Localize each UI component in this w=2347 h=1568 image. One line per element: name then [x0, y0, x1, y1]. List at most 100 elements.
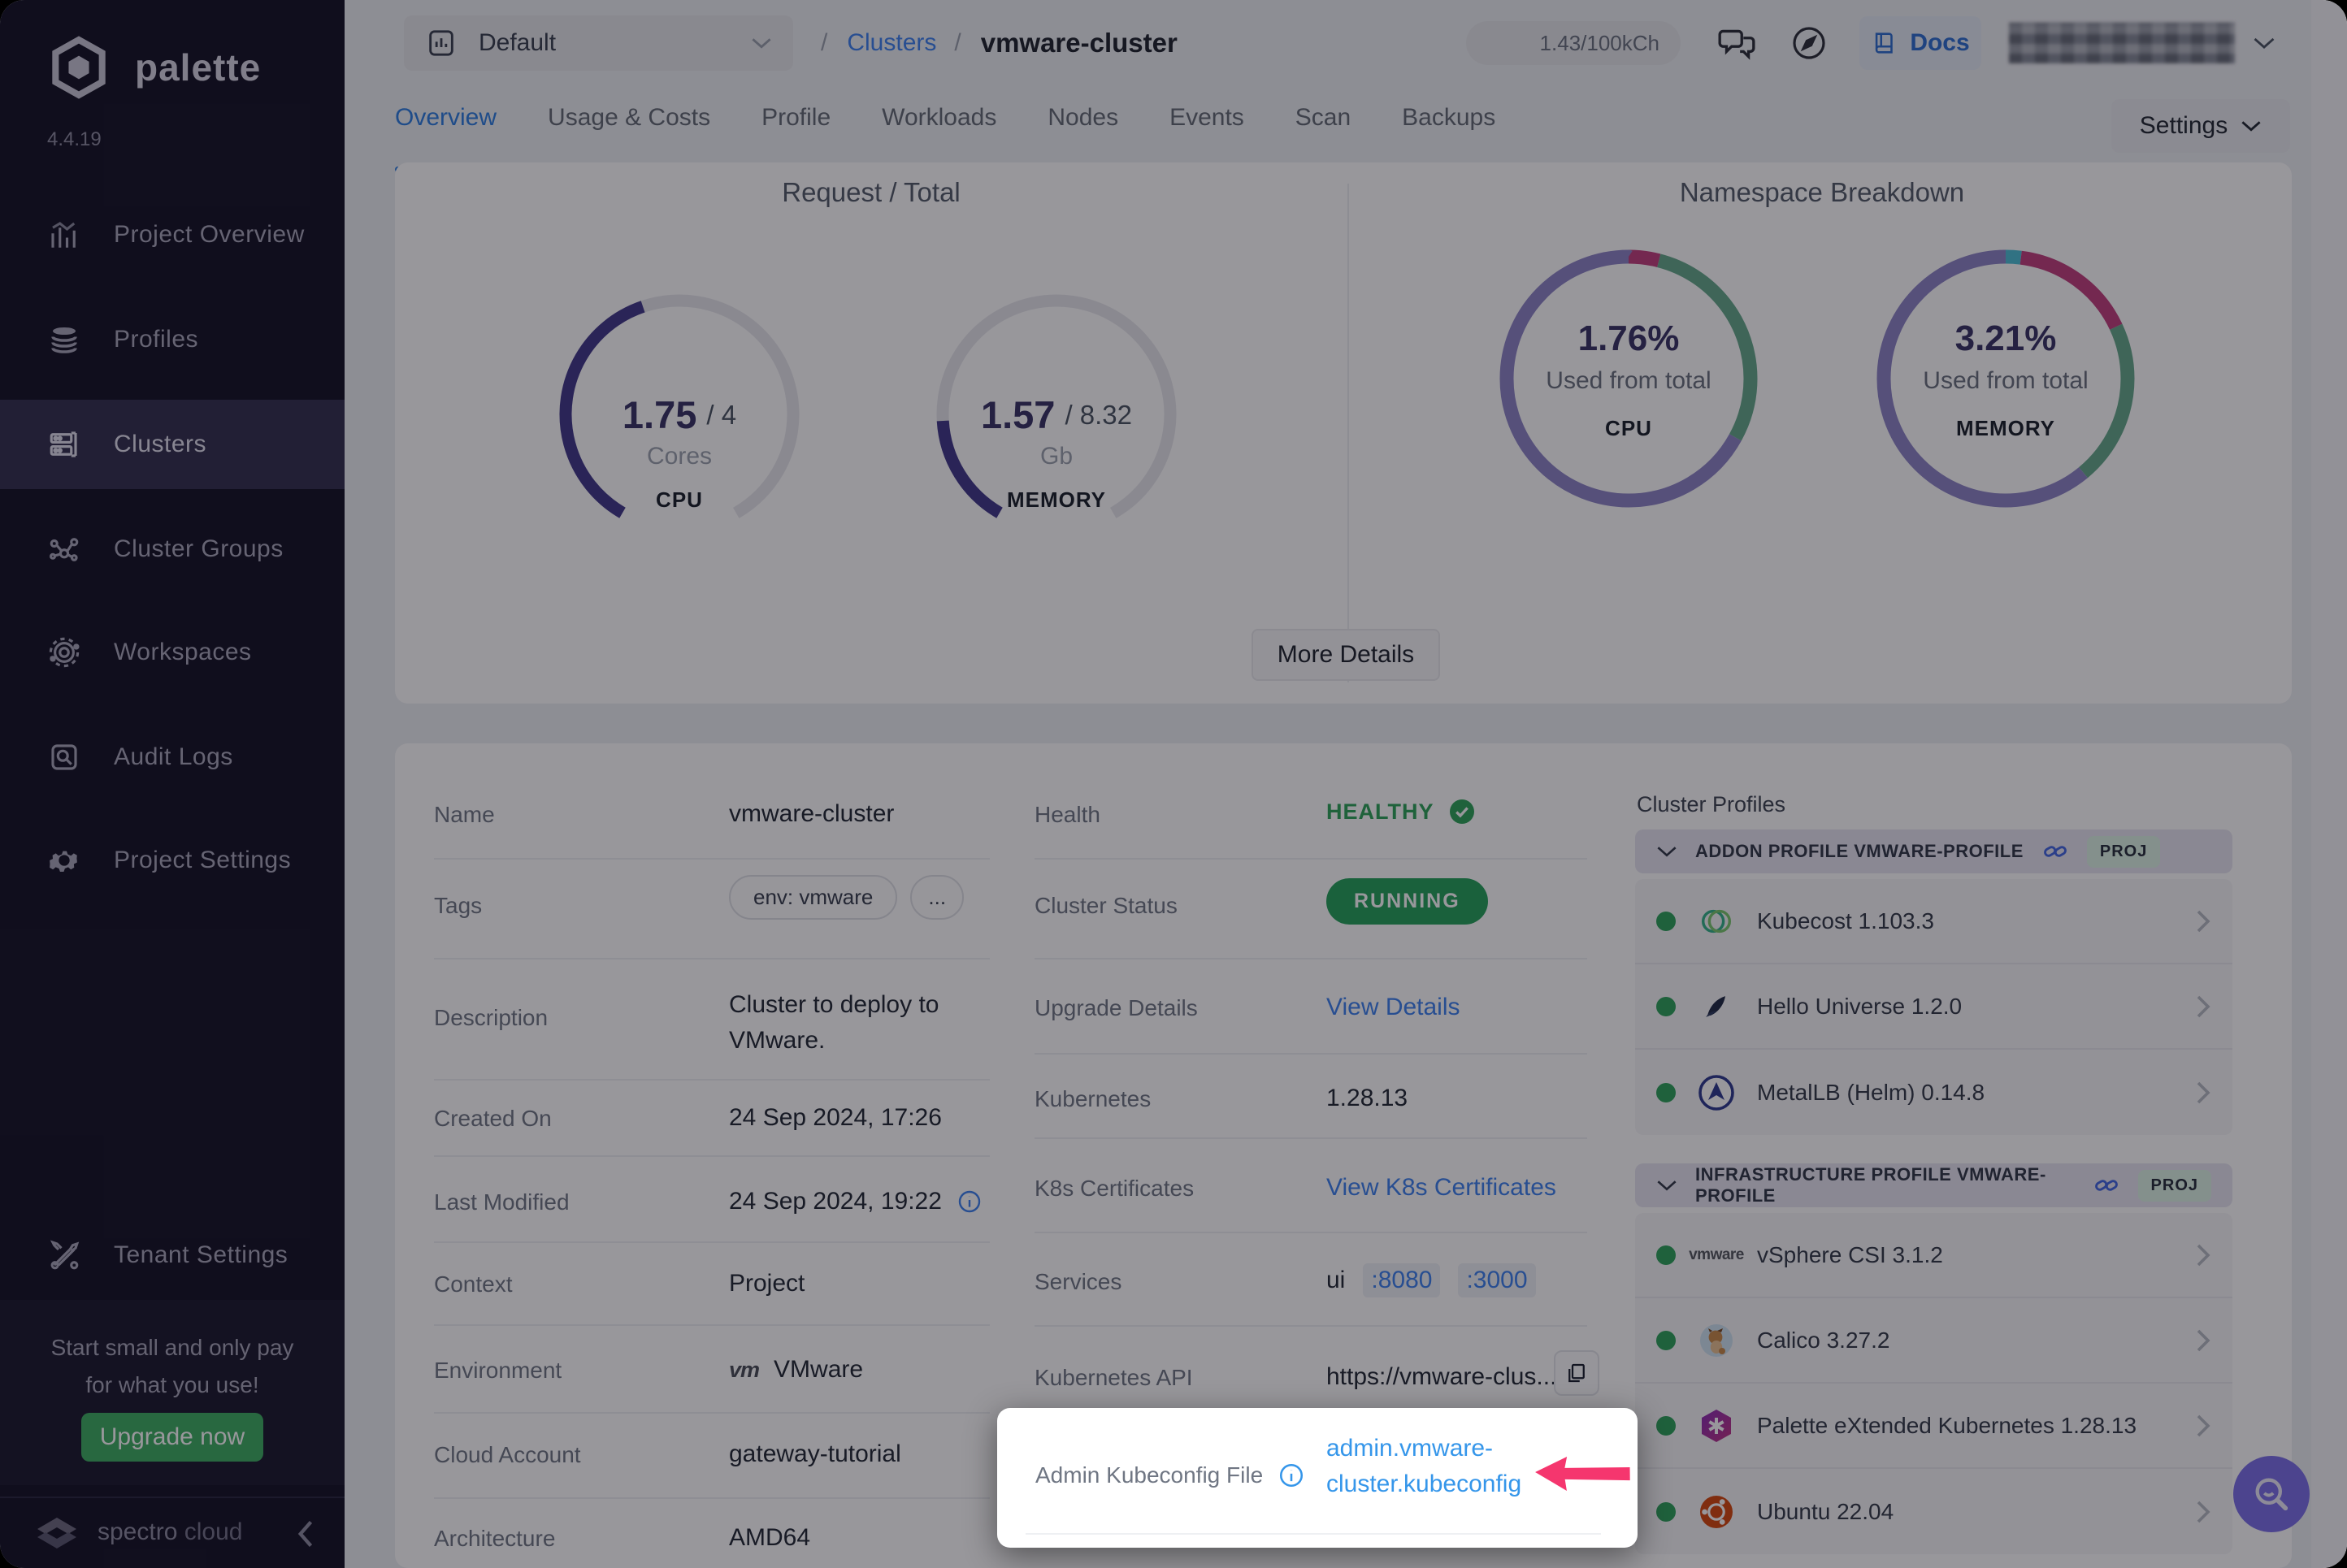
chevron-down-icon	[751, 36, 772, 50]
credits-usage-value: 1.43/100kCh	[1540, 31, 1659, 56]
more-details-button[interactable]: More Details	[1252, 629, 1440, 681]
sidebar-item-project-settings[interactable]: Project Settings	[0, 816, 345, 905]
tab-workloads[interactable]: Workloads	[882, 104, 996, 138]
request-total-title: Request / Total	[546, 177, 1196, 208]
service-port-8080-link[interactable]: :8080	[1363, 1263, 1440, 1297]
sidebar-item-profiles[interactable]: Profiles	[0, 295, 345, 384]
credits-usage-pill: 1.43/100kCh	[1466, 21, 1681, 65]
profile-layer-metallb[interactable]: MetalLB (Helm) 0.14.8	[1635, 1050, 2232, 1135]
row-divider	[434, 1155, 990, 1157]
profile-layer-ubuntu[interactable]: Ubuntu 22.04	[1635, 1469, 2232, 1554]
upgrade-now-button[interactable]: Upgrade now	[81, 1413, 263, 1462]
user-menu-chevron-icon[interactable]	[2253, 35, 2275, 51]
detail-label: Description	[434, 1005, 548, 1031]
namespace-cpu-caption: Used from total	[1490, 367, 1767, 395]
profile-layer-vsphere-csi[interactable]: vmware vSphere CSI 3.1.2	[1635, 1213, 2232, 1298]
addon-profile-items: Kubecost 1.103.3 Hello Universe 1.2.0	[1635, 879, 2232, 1135]
detail-label: Cluster Status	[1035, 893, 1178, 919]
view-details-link[interactable]: View Details	[1326, 994, 1460, 1021]
detail-label: Cloud Account	[434, 1442, 581, 1468]
sidebar-item-label: Audit Logs	[114, 743, 233, 771]
doc-search-icon	[47, 740, 81, 774]
sidebar-item-clusters[interactable]: Clusters	[0, 400, 345, 489]
tab-scan[interactable]: Scan	[1295, 104, 1351, 138]
footer-brand-secondary: cloud	[184, 1518, 243, 1545]
tab-nodes[interactable]: Nodes	[1048, 104, 1118, 138]
kubernetes-version-value: 1.28.13	[1326, 1085, 1408, 1112]
settings-button[interactable]: Settings	[2111, 99, 2290, 153]
settings-button-label: Settings	[2140, 112, 2228, 140]
view-k8s-certificates-link[interactable]: View K8s Certificates	[1326, 1174, 1556, 1202]
compass-icon[interactable]	[1790, 24, 1829, 63]
tab-backups[interactable]: Backups	[1402, 104, 1495, 138]
project-selector[interactable]: Default	[404, 15, 793, 71]
row-divider	[1035, 1053, 1587, 1055]
detail-label: K8s Certificates	[1035, 1176, 1194, 1202]
chevron-down-icon	[1656, 844, 1677, 859]
cpu-gauge-unit: Cores	[557, 443, 801, 470]
chevron-right-icon	[2195, 994, 2211, 1019]
tab-events[interactable]: Events	[1169, 104, 1244, 138]
breadcrumb-clusters-link[interactable]: Clusters	[847, 29, 936, 57]
admin-kubeconfig-link[interactable]: admin.vmware- cluster.kubeconfig	[1326, 1431, 1521, 1502]
magnifier-smile-icon	[2250, 1473, 2293, 1515]
scrollbar[interactable]	[2311, 0, 2347, 1568]
tab-usage-costs[interactable]: Usage & Costs	[548, 104, 710, 138]
copy-icon	[1564, 1361, 1589, 1385]
chat-icon[interactable]	[1716, 23, 1757, 63]
sidebar-item-cluster-groups[interactable]: Cluster Groups	[0, 505, 345, 594]
metallb-icon	[1697, 1073, 1736, 1112]
detail-label: Kubernetes API	[1035, 1365, 1193, 1391]
chain-link-icon	[2041, 838, 2069, 865]
breadcrumb-current: vmware-cluster	[981, 28, 1178, 58]
docs-button[interactable]: Docs	[1859, 16, 1981, 70]
row-divider	[1035, 958, 1587, 959]
infrastructure-profile-header[interactable]: INFRASTRUCTURE PROFILE VMWARE-PROFILE PR…	[1635, 1163, 2232, 1207]
sidebar-collapse-button[interactable]	[294, 1518, 319, 1550]
sidebar-item-project-overview[interactable]: Project Overview	[0, 190, 345, 279]
detail-label: Environment	[434, 1358, 562, 1384]
row-divider	[1026, 1533, 1601, 1535]
chevron-down-icon	[2241, 119, 2262, 133]
palette-app-window: palette 4.4.19 Project Overview Profiles	[0, 0, 2347, 1568]
cloud-account-value: gateway-tutorial	[729, 1440, 901, 1468]
tab-profile[interactable]: Profile	[761, 104, 831, 138]
brand: palette	[44, 32, 261, 102]
row-divider	[434, 858, 990, 860]
profile-layer-kubecost[interactable]: Kubecost 1.103.3	[1635, 879, 2232, 964]
row-divider	[1035, 858, 1587, 860]
chevron-right-icon	[2195, 1414, 2211, 1438]
breadcrumb-separator: /	[821, 29, 827, 57]
admin-kubeconfig-label: Admin Kubeconfig File	[1035, 1462, 1263, 1488]
addon-profile-header[interactable]: ADDON PROFILE VMWARE-PROFILE PROJ	[1635, 829, 2232, 873]
tag-pill[interactable]: env: vmware	[729, 875, 897, 920]
sidebar-item-label: Tenant Settings	[114, 1241, 288, 1269]
user-name-redacted	[2009, 23, 2235, 63]
copy-api-url-button[interactable]	[1554, 1350, 1599, 1396]
service-name-value: ui	[1326, 1267, 1345, 1294]
namespace-memory-caption: Used from total	[1868, 367, 2144, 395]
health-status-value: HEALTHY	[1326, 799, 1434, 825]
support-search-fab[interactable]	[2233, 1456, 2310, 1532]
detail-label: Last Modified	[434, 1189, 570, 1215]
profile-layer-palette-extended-kubernetes[interactable]: Palette eXtended Kubernetes 1.28.13	[1635, 1384, 2232, 1469]
environment-value: VMware	[774, 1356, 863, 1384]
profile-layer-calico[interactable]: Calico 3.27.2	[1635, 1298, 2232, 1384]
tag-more-pill[interactable]: ...	[910, 875, 964, 920]
spectro-cloud-brand: spectro cloud	[34, 1513, 242, 1552]
docs-label: Docs	[1910, 29, 1969, 57]
info-icon[interactable]	[1278, 1462, 1305, 1489]
description-line2: VMware.	[729, 1023, 939, 1059]
service-port-3000-link[interactable]: :3000	[1458, 1263, 1535, 1297]
tab-overview[interactable]: Overview	[395, 104, 497, 138]
kubernetes-api-value: https://vmware-clus...	[1326, 1363, 1556, 1391]
cluster-status-badge: RUNNING	[1326, 878, 1488, 925]
last-modified-value: 24 Sep 2024, 19:22	[729, 1188, 942, 1215]
sidebar-item-tenant-settings[interactable]: Tenant Settings	[0, 1211, 345, 1300]
info-icon[interactable]	[957, 1189, 983, 1215]
sidebar-item-workspaces[interactable]: Workspaces	[0, 608, 345, 697]
sidebar-item-audit-logs[interactable]: Audit Logs	[0, 713, 345, 802]
breadcrumb-separator: /	[954, 29, 961, 57]
profile-layer-hello-universe[interactable]: Hello Universe 1.2.0	[1635, 964, 2232, 1050]
palette-logo-icon	[44, 32, 114, 102]
